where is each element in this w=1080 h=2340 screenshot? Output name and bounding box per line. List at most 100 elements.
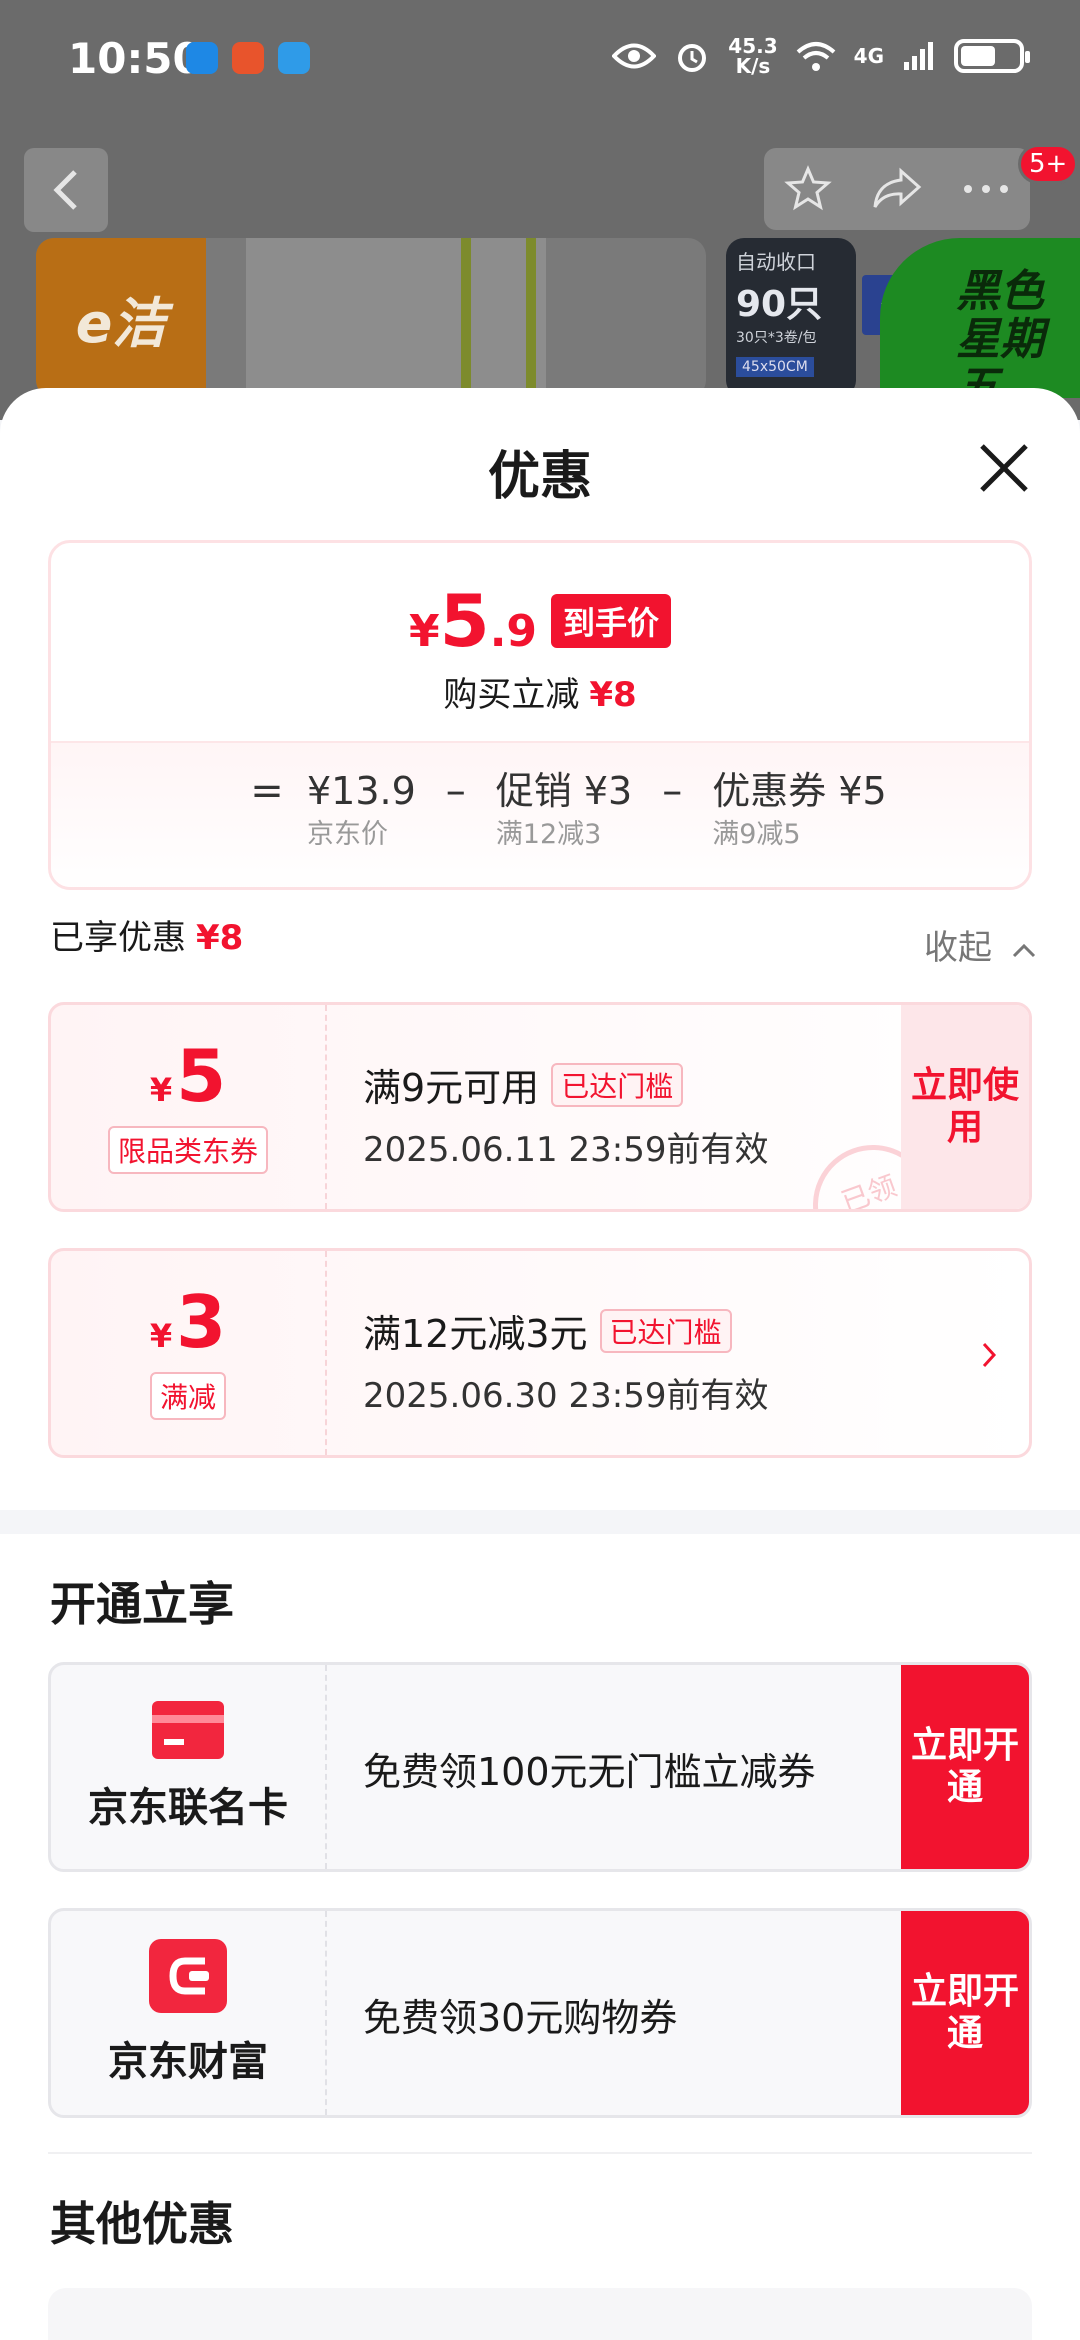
net-speed-unit: K/s bbox=[735, 54, 771, 78]
collapse-button[interactable]: 收起 bbox=[924, 920, 1037, 969]
coupon-value: 3 bbox=[176, 1280, 227, 1364]
enjoyed-discount: 已享优惠 ¥8 bbox=[50, 910, 243, 959]
breakdown-value: 优惠券 ¥5 bbox=[712, 769, 887, 813]
top-toolbar bbox=[764, 148, 1030, 230]
more-icon[interactable] bbox=[962, 183, 1010, 195]
breakdown-value: 促销 ¥3 bbox=[495, 769, 633, 813]
brand-logo: e洁 bbox=[36, 238, 206, 398]
open-offer-card[interactable]: 京东财富 免费领30元购物券 立即开通 bbox=[48, 1908, 1032, 2118]
eye-icon bbox=[612, 43, 657, 69]
open-offer-brand: 京东财富 bbox=[51, 1911, 327, 2115]
coupon-value: 5 bbox=[176, 1034, 227, 1118]
coupon-condition: 满12元减3元 bbox=[363, 1312, 588, 1356]
open-section-title: 开通立享 bbox=[50, 1577, 234, 1631]
network-type: 4G bbox=[853, 44, 884, 68]
breakdown-coupon: 优惠券 ¥5 满9减5 bbox=[712, 765, 886, 853]
chevron-left-icon bbox=[53, 170, 77, 210]
enjoyed-amount: ¥8 bbox=[196, 918, 244, 958]
wifi-icon bbox=[796, 42, 835, 71]
coupon-info: 满12元减3元 已达门槛 2025.06.30 23:59前有效 bbox=[363, 1303, 768, 1417]
instant-discount-line: 购买立减 ¥8 bbox=[51, 667, 1029, 716]
net-speed-value: 45.3 bbox=[728, 34, 778, 58]
promo-banner: 黑色星期五 bbox=[880, 238, 1080, 398]
close-icon[interactable] bbox=[976, 440, 1032, 496]
open-now-button[interactable]: 立即开通 bbox=[901, 1911, 1029, 2115]
credit-card-icon bbox=[152, 1701, 224, 1759]
coupon-currency: ¥ bbox=[149, 1317, 173, 1355]
notification-icons bbox=[186, 42, 310, 74]
other-section-title: 其他优惠 bbox=[50, 2197, 234, 2251]
coupon-amount-area: ¥5 限品类东券 bbox=[51, 1005, 327, 1209]
coupon-info: 满9元可用 已达门槛 2025.06.11 23:59前有效 bbox=[363, 1057, 768, 1171]
equals-sign: = bbox=[250, 768, 284, 814]
breakdown-label: 满12减3 bbox=[495, 819, 602, 850]
coupon-type: 满减 bbox=[149, 1372, 226, 1420]
coupon-type: 限品类东券 bbox=[107, 1126, 268, 1174]
open-offer-desc: 免费领100元无门槛立减券 bbox=[363, 1750, 816, 1794]
coupon-expiry: 2025.06.11 23:59前有效 bbox=[363, 1130, 769, 1170]
alarm-icon bbox=[678, 44, 707, 72]
wallet-icon bbox=[149, 1939, 227, 2013]
browser-app-icon bbox=[278, 42, 310, 74]
chevron-right-icon[interactable] bbox=[979, 1339, 999, 1371]
slow-app-icon bbox=[232, 42, 264, 74]
product-image-panel: 自动收口 90只 30只*3卷/包 45x50CM bbox=[726, 238, 856, 398]
breakdown-value: ¥13.9 bbox=[307, 769, 416, 813]
net-speed: 45.3 K/s bbox=[728, 36, 777, 76]
panel-sub: 30只*3卷/包 bbox=[736, 330, 817, 346]
separator-line bbox=[48, 2152, 1032, 2154]
status-right: 45.3 K/s 4G bbox=[612, 36, 1030, 76]
price-decimal: .9 bbox=[489, 606, 538, 657]
message-badge: 5+ bbox=[1018, 144, 1079, 184]
coupon-expiry: 2025.06.30 23:59前有效 bbox=[363, 1376, 769, 1416]
open-offer-card[interactable]: 京东联名卡 免费领100元无门槛立减券 立即开通 bbox=[48, 1662, 1032, 1872]
other-offer-card[interactable] bbox=[48, 2288, 1032, 2340]
open-offer-desc: 免费领30元购物券 bbox=[363, 1996, 678, 2040]
final-price-tag: 到手价 bbox=[551, 594, 672, 648]
open-now-button[interactable]: 立即开通 bbox=[901, 1665, 1029, 1869]
back-button[interactable] bbox=[24, 148, 108, 232]
breakdown-jd-price: ¥13.9 京东价 bbox=[307, 765, 416, 853]
open-offer-brand: 京东联名卡 bbox=[51, 1665, 327, 1869]
open-offer-name: 京东财富 bbox=[108, 2039, 268, 2085]
coupon-card[interactable]: ¥3 满减 满12元减3元 已达门槛 2025.06.30 23:59前有效 bbox=[48, 1248, 1032, 1458]
panel-size: 45x50CM bbox=[736, 357, 814, 377]
threshold-badge: 已达门槛 bbox=[599, 1308, 732, 1353]
price-currency: ¥ bbox=[408, 606, 440, 657]
discount-sheet: 优惠 ¥ 5 .9 到手价 购买立减 ¥8 = ¥13.9 京东价 – 促销 ¥… bbox=[0, 388, 1080, 2340]
final-price-line: ¥ 5 .9 到手价 bbox=[51, 585, 1029, 657]
signal-icon bbox=[904, 42, 933, 70]
breakdown-promotion: 促销 ¥3 满12减3 bbox=[496, 765, 632, 853]
open-offer-name: 京东联名卡 bbox=[88, 1785, 288, 1831]
breakdown-label: 满9减5 bbox=[712, 819, 801, 850]
collapse-label: 收起 bbox=[924, 928, 992, 968]
final-price-box: ¥ 5 .9 到手价 购买立减 ¥8 = ¥13.9 京东价 – 促销 ¥3 满… bbox=[48, 540, 1032, 890]
coupon-amount-area: ¥3 满减 bbox=[51, 1251, 327, 1455]
final-price: ¥ 5 .9 bbox=[409, 585, 537, 657]
product-image-main: e洁 bbox=[36, 238, 706, 398]
star-icon[interactable] bbox=[783, 165, 832, 213]
price-integer: 5 bbox=[439, 579, 490, 663]
minus-sign: – bbox=[662, 768, 683, 814]
status-bar: 10:50 45.3 K/s 4G bbox=[0, 0, 1080, 120]
use-now-button[interactable]: 立即使用 bbox=[901, 1005, 1029, 1209]
breakdown-label: 京东价 bbox=[307, 819, 388, 850]
screen: 10:50 45.3 K/s 4G 5+ e洁 自动收口 90只 30只*3卷/… bbox=[0, 0, 1080, 2340]
enjoyed-label: 已享优惠 bbox=[50, 918, 186, 958]
sheet-title: 优惠 bbox=[487, 447, 592, 507]
minus-sign: – bbox=[445, 768, 466, 814]
coupon-amount: ¥3 bbox=[150, 1286, 226, 1358]
shield-app-icon bbox=[186, 42, 218, 74]
product-photo bbox=[246, 238, 546, 398]
coupon-currency: ¥ bbox=[149, 1071, 173, 1109]
battery-icon bbox=[954, 39, 1030, 73]
price-breakdown: = ¥13.9 京东价 – 促销 ¥3 满12减3 – 优惠券 ¥5 满9减5 bbox=[51, 741, 1029, 887]
instant-discount-amount: ¥8 bbox=[589, 675, 637, 715]
section-divider bbox=[0, 1510, 1080, 1534]
chevron-up-icon bbox=[1012, 943, 1035, 957]
share-icon[interactable] bbox=[871, 167, 923, 211]
status-time: 10:50 bbox=[68, 34, 202, 83]
coupon-condition: 满9元可用 bbox=[363, 1066, 540, 1110]
threshold-badge: 已达门槛 bbox=[551, 1062, 684, 1107]
coupon-card[interactable]: ¥5 限品类东券 满9元可用 已达门槛 2025.06.11 23:59前有效 已… bbox=[48, 1002, 1032, 1212]
